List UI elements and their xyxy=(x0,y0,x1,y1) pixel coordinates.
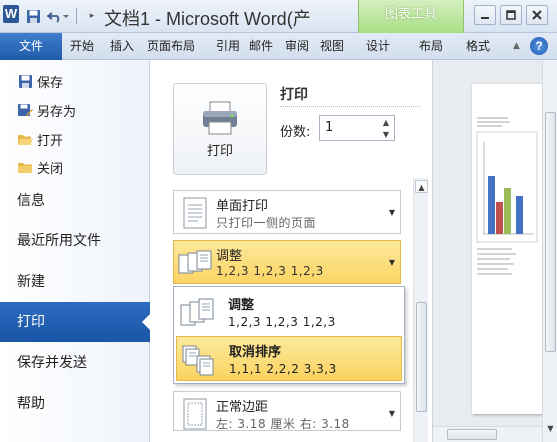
collation-title: 调整 xyxy=(216,249,243,264)
help-icon[interactable]: ? xyxy=(530,37,548,55)
nav-command-label: 另存为 xyxy=(37,104,77,120)
scroll-down-icon[interactable]: ▼ xyxy=(544,422,557,435)
nav-command-label: 打开 xyxy=(37,133,64,149)
chart-tools-contextual-header: 图表工具 xyxy=(358,0,464,33)
nav-tab-info[interactable]: 信息 xyxy=(0,181,150,221)
uncollated-pages-icon xyxy=(182,345,214,376)
option-uncollated[interactable]: 取消排序 1,1,1 2,2,2 3,3,3 xyxy=(176,336,402,381)
tab-mailings[interactable]: 邮件 xyxy=(249,33,273,60)
print-heading: 打印 xyxy=(280,87,308,103)
option-title: 取消排序 xyxy=(229,345,282,360)
nav-command-label: 保存 xyxy=(37,75,64,91)
option-subtitle: 1,1,1 2,2,2 3,3,3 xyxy=(229,362,337,376)
sides-subtitle: 只打印一侧的页面 xyxy=(216,216,317,230)
ribbon-tab-bar: 文件 开始 插入 页面布局 引用 邮件 审阅 视图 设计 布局 格式 ▲ ? xyxy=(0,33,557,60)
option-subtitle: 1,2,3 1,2,3 1,2,3 xyxy=(228,315,336,329)
scrollbar-thumb[interactable] xyxy=(416,302,427,412)
preview-vertical-scrollbar[interactable]: ▼ xyxy=(542,60,557,442)
chevron-down-icon: ▼ xyxy=(388,258,395,267)
scrollbar-thumb[interactable] xyxy=(447,429,497,440)
copies-decrement-icon[interactable]: ▼ xyxy=(379,129,393,140)
close-icon xyxy=(532,10,542,20)
tab-insert[interactable]: 插入 xyxy=(110,33,134,60)
nav-tab-help[interactable]: 帮助 xyxy=(0,384,150,424)
backstage-nav: 保存 另存为 打开 关闭 信息 最近所用文件 新建 打印 保存并发送 帮助 xyxy=(0,60,150,442)
option-collated[interactable]: 调整 1,2,3 1,2,3 1,2,3 xyxy=(176,290,402,335)
maximize-icon xyxy=(506,10,516,20)
tab-chart-format[interactable]: 格式 xyxy=(466,33,490,60)
sides-title: 单面打印 xyxy=(216,199,269,214)
save-as-icon xyxy=(16,101,34,119)
print-preview-pane: ▼ xyxy=(432,60,557,442)
nav-tab-print[interactable]: 打印 xyxy=(0,302,150,342)
tab-page-layout[interactable]: 页面布局 xyxy=(147,33,195,60)
one-sided-page-icon xyxy=(183,197,207,229)
minimize-button[interactable] xyxy=(474,5,496,25)
tab-home[interactable]: 开始 xyxy=(70,33,94,60)
undo-icon[interactable] xyxy=(46,6,70,26)
heading-divider xyxy=(280,106,420,107)
nav-command-label: 关闭 xyxy=(37,161,64,177)
collation-dropdown[interactable]: 调整 1,2,3 1,2,3 1,2,3 ▼ xyxy=(173,240,401,284)
sides-dropdown[interactable]: 单面打印 只打印一侧的页面 ▼ xyxy=(173,190,401,234)
nav-command-save-as[interactable]: 另存为 xyxy=(16,100,76,120)
printer-icon xyxy=(203,101,237,134)
quick-save-icon[interactable] xyxy=(24,6,42,26)
tab-chart-layout[interactable]: 布局 xyxy=(419,33,443,60)
chevron-down-icon: ▼ xyxy=(388,208,395,217)
option-title: 调整 xyxy=(228,298,255,313)
collation-options-menu: 调整 1,2,3 1,2,3 1,2,3 取消排序 1,1,1 2,2,2 3,… xyxy=(173,286,405,384)
print-settings-pane: 打印 打印 份数: 1 ▲ ▼ 单面打印 只打印一侧的页面 ▼ 调整 1,2,3… xyxy=(151,60,432,442)
title-bar: W ▸ 文档1 - Microsoft Word(产 图表工具 xyxy=(0,0,557,33)
minimize-icon xyxy=(481,17,489,19)
scrollbar-thumb[interactable] xyxy=(545,112,556,352)
normal-margins-icon xyxy=(183,398,207,430)
margins-dropdown[interactable]: 正常边距 左: 3.18 厘米 右: 3.18 ▼ xyxy=(173,391,401,431)
maximize-button[interactable] xyxy=(500,5,522,25)
settings-scrollbar[interactable]: ▲ xyxy=(413,178,428,442)
open-folder-icon xyxy=(16,130,34,148)
nav-tab-save-and-send[interactable]: 保存并发送 xyxy=(0,343,150,383)
copies-increment-icon[interactable]: ▲ xyxy=(379,117,393,128)
margins-title: 正常边距 xyxy=(216,400,269,415)
print-button-label: 打印 xyxy=(206,143,233,159)
save-icon xyxy=(16,72,34,90)
tab-references[interactable]: 引用 xyxy=(216,33,240,60)
nav-command-save[interactable]: 保存 xyxy=(16,71,63,91)
nav-tab-recent[interactable]: 最近所用文件 xyxy=(0,221,150,261)
nav-command-close[interactable]: 关闭 xyxy=(16,157,63,177)
print-button[interactable]: 打印 xyxy=(173,83,267,175)
collated-pages-icon xyxy=(180,298,214,326)
copies-label: 份数: xyxy=(280,125,311,140)
tab-chart-design[interactable]: 设计 xyxy=(366,33,390,60)
collated-pages-icon xyxy=(178,250,212,274)
window-title: 文档1 - Microsoft Word(产 xyxy=(104,9,311,29)
qat-separator xyxy=(76,8,77,24)
preview-horizontal-scrollbar[interactable] xyxy=(433,426,542,442)
tab-file[interactable]: 文件 xyxy=(0,33,62,60)
collation-subtitle: 1,2,3 1,2,3 1,2,3 xyxy=(216,264,324,278)
customize-qat-icon[interactable]: ▸ xyxy=(86,6,98,26)
close-folder-icon xyxy=(16,158,34,176)
nav-command-open[interactable]: 打开 xyxy=(16,129,63,149)
close-window-button[interactable] xyxy=(526,5,548,25)
nav-tab-new[interactable]: 新建 xyxy=(0,262,150,302)
tab-review[interactable]: 审阅 xyxy=(285,33,309,60)
scroll-up-icon[interactable]: ▲ xyxy=(415,180,428,193)
tab-view[interactable]: 视图 xyxy=(320,33,344,60)
margins-subtitle: 左: 3.18 厘米 右: 3.18 xyxy=(216,417,350,431)
minimize-ribbon-icon[interactable]: ▲ xyxy=(513,41,520,51)
word-app-icon[interactable]: W xyxy=(3,5,19,23)
chevron-down-icon: ▼ xyxy=(388,409,395,418)
